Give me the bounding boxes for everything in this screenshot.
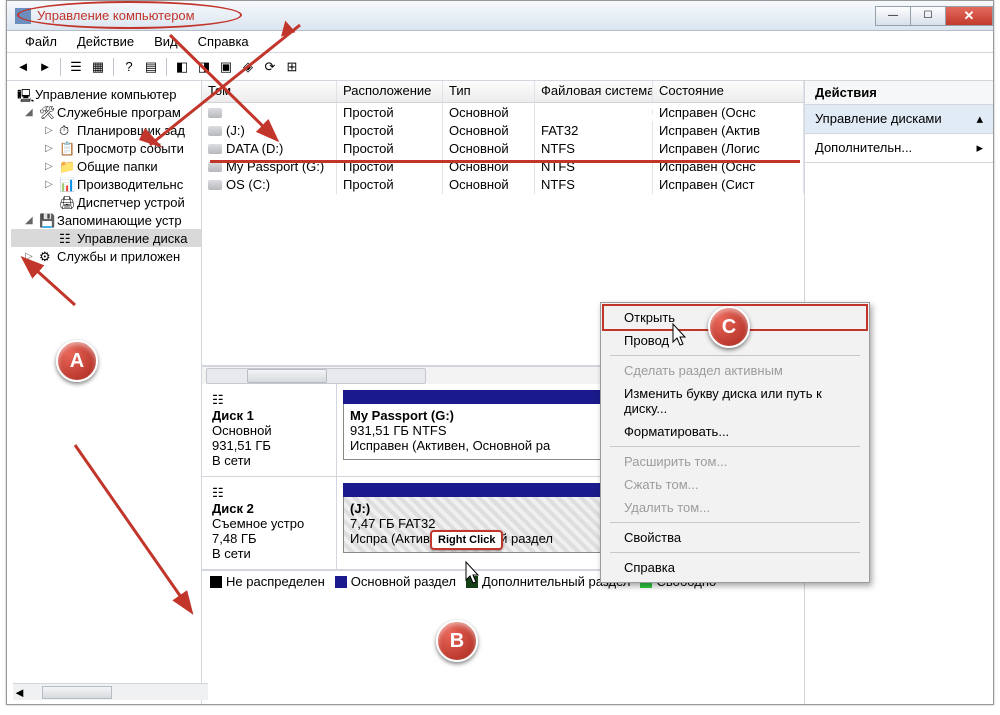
ctx-extend: Расширить том... [604, 450, 866, 473]
actions-header: Действия [805, 81, 993, 105]
col-layout[interactable]: Расположение [337, 81, 443, 102]
table-row[interactable]: ПростойОсновнойИсправен (Оснс [202, 103, 804, 121]
col-type[interactable]: Тип [443, 81, 535, 102]
maximize-button[interactable] [910, 6, 946, 26]
menu-view[interactable]: Вид [146, 32, 186, 51]
tree-disk-management[interactable]: Управление диска [77, 231, 187, 246]
tool-icon[interactable]: ◧ [172, 57, 192, 77]
toolbar: ◄ ► ☰ ▦ ? ▤ ◧ ◨ ▣ ◈ ⟳ ⊞ [7, 53, 993, 81]
table-header: Том Расположение Тип Файловая система Со… [202, 81, 804, 103]
ctx-format[interactable]: Форматировать... [604, 420, 866, 443]
cursor-icon [667, 322, 687, 348]
device-icon: 🖨 [59, 195, 73, 209]
computer-icon: 🖳 [17, 87, 31, 101]
tool-icon[interactable]: ▦ [88, 57, 108, 77]
tool-icon[interactable]: ☰ [66, 57, 86, 77]
chevron-right-icon: ▸ [976, 140, 983, 156]
ctx-change-letter[interactable]: Изменить букву диска или путь к диску... [604, 382, 866, 420]
refresh-icon[interactable]: ⟳ [260, 57, 280, 77]
tool-icon[interactable]: ◨ [194, 57, 214, 77]
col-status[interactable]: Состояние [653, 81, 804, 102]
table-row[interactable]: My Passport (G:)ПростойОсновнойNTFSИспра… [202, 157, 804, 175]
storage-icon: 💾 [39, 213, 53, 227]
disk-icon: ☷ [59, 231, 73, 245]
ctx-help[interactable]: Справка [604, 556, 866, 579]
tool-icon[interactable]: ▤ [141, 57, 161, 77]
folder-icon: 📁 [59, 159, 73, 173]
tree-horizontal-scrollbar[interactable]: ◄ [13, 683, 208, 700]
perf-icon: 📊 [59, 177, 73, 191]
annotation-badge-b: B [436, 620, 478, 662]
menubar: Файл Действие Вид Справка [7, 31, 993, 53]
clock-icon: ⏱ [59, 123, 73, 137]
menu-help[interactable]: Справка [190, 32, 257, 51]
col-volume[interactable]: Том [202, 81, 337, 102]
menu-file[interactable]: Файл [17, 32, 65, 51]
titlebar: Управление компьютером [7, 1, 993, 31]
services-icon: ⚙ [39, 249, 53, 263]
table-row[interactable]: DATA (D:)ПростойОсновнойNTFSИсправен (Ло… [202, 139, 804, 157]
window-title: Управление компьютером [37, 8, 195, 23]
chevron-up-icon: ▴ [976, 111, 983, 127]
tool-icon[interactable]: ⊞ [282, 57, 302, 77]
event-icon: 📋 [59, 141, 73, 155]
navigation-tree[interactable]: 🖳Управление компьютер ◢🛠Служебные програ… [7, 81, 202, 704]
minimize-button[interactable] [875, 6, 911, 26]
table-row[interactable]: (J:)ПростойОсновнойFAT32Исправен (Актив [202, 121, 804, 139]
table-row[interactable]: OS (C:)ПростойОсновнойNTFSИсправен (Сист [202, 175, 804, 193]
tooltip-right-click: Right Click [430, 530, 503, 550]
tools-icon: 🛠 [39, 105, 53, 119]
ctx-shrink: Сжать том... [604, 473, 866, 496]
close-button[interactable] [945, 6, 993, 26]
cursor-icon [460, 560, 480, 586]
help-icon[interactable]: ? [119, 57, 139, 77]
ctx-delete: Удалить том... [604, 496, 866, 519]
back-button[interactable]: ◄ [13, 57, 33, 77]
forward-button[interactable]: ► [35, 57, 55, 77]
actions-disk-mgmt[interactable]: Управление дисками▴ [805, 105, 993, 134]
actions-more[interactable]: Дополнительн...▸ [805, 134, 993, 163]
tool-icon[interactable]: ◈ [238, 57, 258, 77]
ctx-properties[interactable]: Свойства [604, 526, 866, 549]
col-filesystem[interactable]: Файловая система [535, 81, 653, 102]
app-icon [15, 8, 31, 24]
ctx-make-active: Сделать раздел активным [604, 359, 866, 382]
annotation-badge-a: A [56, 340, 98, 382]
menu-action[interactable]: Действие [69, 32, 142, 51]
tool-icon[interactable]: ▣ [216, 57, 236, 77]
annotation-badge-c: C [708, 306, 750, 348]
horizontal-scrollbar[interactable] [206, 368, 426, 384]
